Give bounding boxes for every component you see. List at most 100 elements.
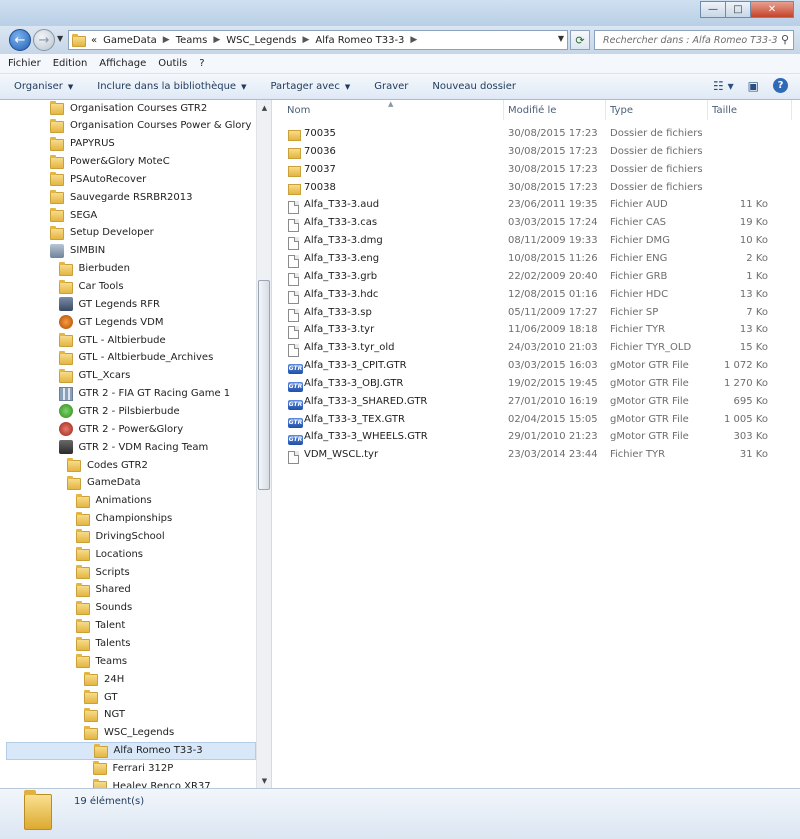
menu-file[interactable]: Fichier <box>8 58 41 69</box>
tree-item[interactable]: Shared <box>0 581 131 599</box>
navigation-scrollbar[interactable]: ▲ ▼ <box>256 100 271 788</box>
tree-item[interactable]: Organisation Courses GTR2 <box>0 100 207 117</box>
file-row[interactable]: Alfa_T33-3.hdc 12/08/2015 01:16 Fichier HD… <box>272 287 792 305</box>
file-row[interactable]: Alfa_T33-3.tyr_old 24/03/2010 21:03 Fichie… <box>272 340 792 358</box>
file-row[interactable]: 70037 30/08/2015 17:23 Dossier de fichiers <box>272 162 792 180</box>
file-row[interactable]: Alfa_T33-3.dmg 08/11/2009 19:33 Fichier DM… <box>272 233 792 251</box>
breadcrumb-overflow[interactable]: « <box>91 35 97 46</box>
tree-item[interactable]: SIMBIN <box>0 242 105 260</box>
gtr-file-icon: GTR <box>288 364 303 375</box>
file-row[interactable]: 70036 30/08/2015 17:23 Dossier de fichiers <box>272 144 792 162</box>
preview-pane-icon[interactable]: ▣ <box>748 79 759 93</box>
chevron-right-icon[interactable]: ▶ <box>302 35 309 45</box>
tree-item[interactable]: GameData <box>0 474 141 492</box>
search-input[interactable]: Rechercher dans : Alfa Romeo T33-3 ⚲ <box>594 30 794 50</box>
address-dropdown[interactable]: ▼ <box>558 34 564 43</box>
scroll-thumb[interactable] <box>258 280 270 490</box>
file-row[interactable]: 70035 30/08/2015 17:23 Dossier de fichiers <box>272 126 792 144</box>
file-row[interactable]: GTR Alfa_T33-3_TEX.GTR 02/04/2015 15:05 gMo… <box>272 412 792 430</box>
help-icon[interactable]: ? <box>773 78 788 93</box>
tree-item[interactable]: SEGA <box>0 206 97 224</box>
tree-item[interactable]: GTR 2 - Power&Glory <box>0 420 183 438</box>
tree-item[interactable]: GTR 2 - Pilsbierbude <box>0 402 180 420</box>
tree-item[interactable]: GT Legends RFR <box>0 295 160 313</box>
file-row[interactable]: 70038 30/08/2015 17:23 Dossier de fichiers <box>272 180 792 198</box>
tree-item[interactable]: DrivingSchool <box>0 527 165 545</box>
tree-item[interactable]: Sounds <box>0 599 132 617</box>
tree-item[interactable]: 24H <box>0 670 124 688</box>
share-with-button[interactable]: Partager avec ▼ <box>270 81 350 92</box>
chevron-right-icon[interactable]: ▶ <box>163 35 170 45</box>
tree-item[interactable]: Scripts <box>0 563 130 581</box>
file-row[interactable]: Alfa_T33-3.grb 22/02/2009 20:40 Fichier GR… <box>272 269 792 287</box>
recent-pages-dropdown[interactable]: ▼ <box>57 34 63 43</box>
menu-view[interactable]: Affichage <box>99 58 146 69</box>
column-header-size[interactable]: Taille <box>708 100 792 120</box>
file-row[interactable]: GTR Alfa_T33-3_CPIT.GTR 03/03/2015 16:03 gM… <box>272 358 792 376</box>
file-row[interactable]: VDM_WSCL.tyr 23/03/2014 23:44 Fichier TYR 3… <box>272 447 792 465</box>
file-row[interactable]: Alfa_T33-3.eng 10/08/2015 11:26 Fichier EN… <box>272 251 792 269</box>
chevron-right-icon[interactable]: ▶ <box>410 35 417 45</box>
burn-button[interactable]: Graver <box>374 81 408 92</box>
tree-item[interactable]: PSAutoRecover <box>0 170 146 188</box>
tree-item[interactable]: PAPYRUS <box>0 135 115 153</box>
tree-item[interactable]: GTR 2 - FIA GT Racing Game 1 <box>0 385 230 403</box>
tree-item[interactable]: GTR 2 - VDM Racing Team <box>0 438 208 456</box>
tree-item[interactable]: Sauvegarde RSRBR2013 <box>0 188 192 206</box>
chevron-right-icon[interactable]: ▶ <box>213 35 220 45</box>
tree-item[interactable]: Teams <box>0 652 127 670</box>
file-row[interactable]: GTR Alfa_T33-3_OBJ.GTR 19/02/2015 19:45 gMo… <box>272 376 792 394</box>
tree-item[interactable]: GTL - Altbierbude <box>0 331 166 349</box>
tree-item[interactable]: Organisation Courses Power & Glory <box>0 117 251 135</box>
tree-item[interactable]: Setup Developer <box>0 224 154 242</box>
view-options-icon[interactable]: ☷ ▾ <box>713 79 734 93</box>
breadcrumb-item[interactable]: Alfa Romeo T33-3 ▶ <box>315 35 417 46</box>
tree-item[interactable]: Talents <box>0 635 130 653</box>
column-header-type[interactable]: Type <box>606 100 708 120</box>
tree-item[interactable]: GT Legends VDM <box>0 313 163 331</box>
file-row[interactable]: GTR Alfa_T33-3_WHEELS.GTR 29/01/2010 21:23… <box>272 429 792 447</box>
tree-item[interactable]: GT <box>0 688 118 706</box>
tree-item[interactable]: Codes GTR2 <box>0 456 148 474</box>
close-button[interactable]: ✕ <box>750 1 794 18</box>
file-row[interactable]: Alfa_T33-3.tyr 11/06/2009 18:18 Fichier TY… <box>272 322 792 340</box>
menu-tools[interactable]: Outils <box>158 58 187 69</box>
new-folder-button[interactable]: Nouveau dossier <box>432 81 516 92</box>
menu-help[interactable]: ? <box>199 58 204 69</box>
tree-item[interactable]: GTL - Altbierbude_Archives <box>0 349 213 367</box>
file-row[interactable]: Alfa_T33-3.aud 23/06/2011 19:35 Fichier AU… <box>272 197 792 215</box>
search-icon[interactable]: ⚲ <box>781 33 789 46</box>
tree-item[interactable]: Alfa Romeo T33-3 <box>6 741 256 760</box>
tree-item[interactable]: Healey Renco XR37 <box>0 777 211 788</box>
file-row[interactable]: GTR Alfa_T33-3_SHARED.GTR 27/01/2010 16:19… <box>272 394 792 412</box>
tree-item[interactable]: Ferrari 312P <box>0 759 173 777</box>
forward-button[interactable]: → <box>33 29 55 51</box>
tree-item[interactable]: Bierbuden <box>0 260 130 278</box>
organize-button[interactable]: Organiser ▼ <box>14 81 73 92</box>
breadcrumb-item[interactable]: Teams ▶ <box>176 35 221 46</box>
tree-item[interactable]: Locations <box>0 545 143 563</box>
tree-item[interactable]: Championships <box>0 510 172 528</box>
menu-edit[interactable]: Edition <box>53 58 88 69</box>
column-header-modified[interactable]: Modifié le <box>504 100 606 120</box>
maximize-button[interactable]: □ <box>725 1 751 18</box>
tree-item[interactable]: GTL_Xcars <box>0 367 130 385</box>
include-library-button[interactable]: Inclure dans la bibliothèque ▼ <box>97 81 246 92</box>
file-row[interactable]: Alfa_T33-3.cas 03/03/2015 17:24 Fichier CA… <box>272 215 792 233</box>
address-bar[interactable]: « GameData ▶ Teams ▶ WSC_Legends ▶ Alfa Rom… <box>68 30 568 50</box>
tree-item[interactable]: Car Tools <box>0 278 124 296</box>
tree-item[interactable]: Talent <box>0 617 125 635</box>
breadcrumb-item[interactable]: WSC_Legends ▶ <box>226 35 309 46</box>
file-modified: 12/08/2015 01:16 <box>508 288 598 300</box>
file-row[interactable]: Alfa_T33-3.sp 05/11/2009 17:27 Fichier SP 7… <box>272 305 792 323</box>
tree-item[interactable]: Power&Glory MoteC <box>0 153 170 171</box>
scroll-down-arrow[interactable]: ▼ <box>257 773 272 788</box>
minimize-button[interactable]: — <box>700 1 726 18</box>
tree-item[interactable]: Animations <box>0 492 152 510</box>
refresh-button[interactable]: ⟳ <box>570 30 590 50</box>
back-button[interactable]: ← <box>9 29 31 51</box>
scroll-up-arrow[interactable]: ▲ <box>257 100 272 115</box>
breadcrumb-item[interactable]: GameData ▶ <box>103 35 170 46</box>
tree-item[interactable]: WSC_Legends <box>0 724 174 742</box>
tree-item[interactable]: NGT <box>0 706 125 724</box>
